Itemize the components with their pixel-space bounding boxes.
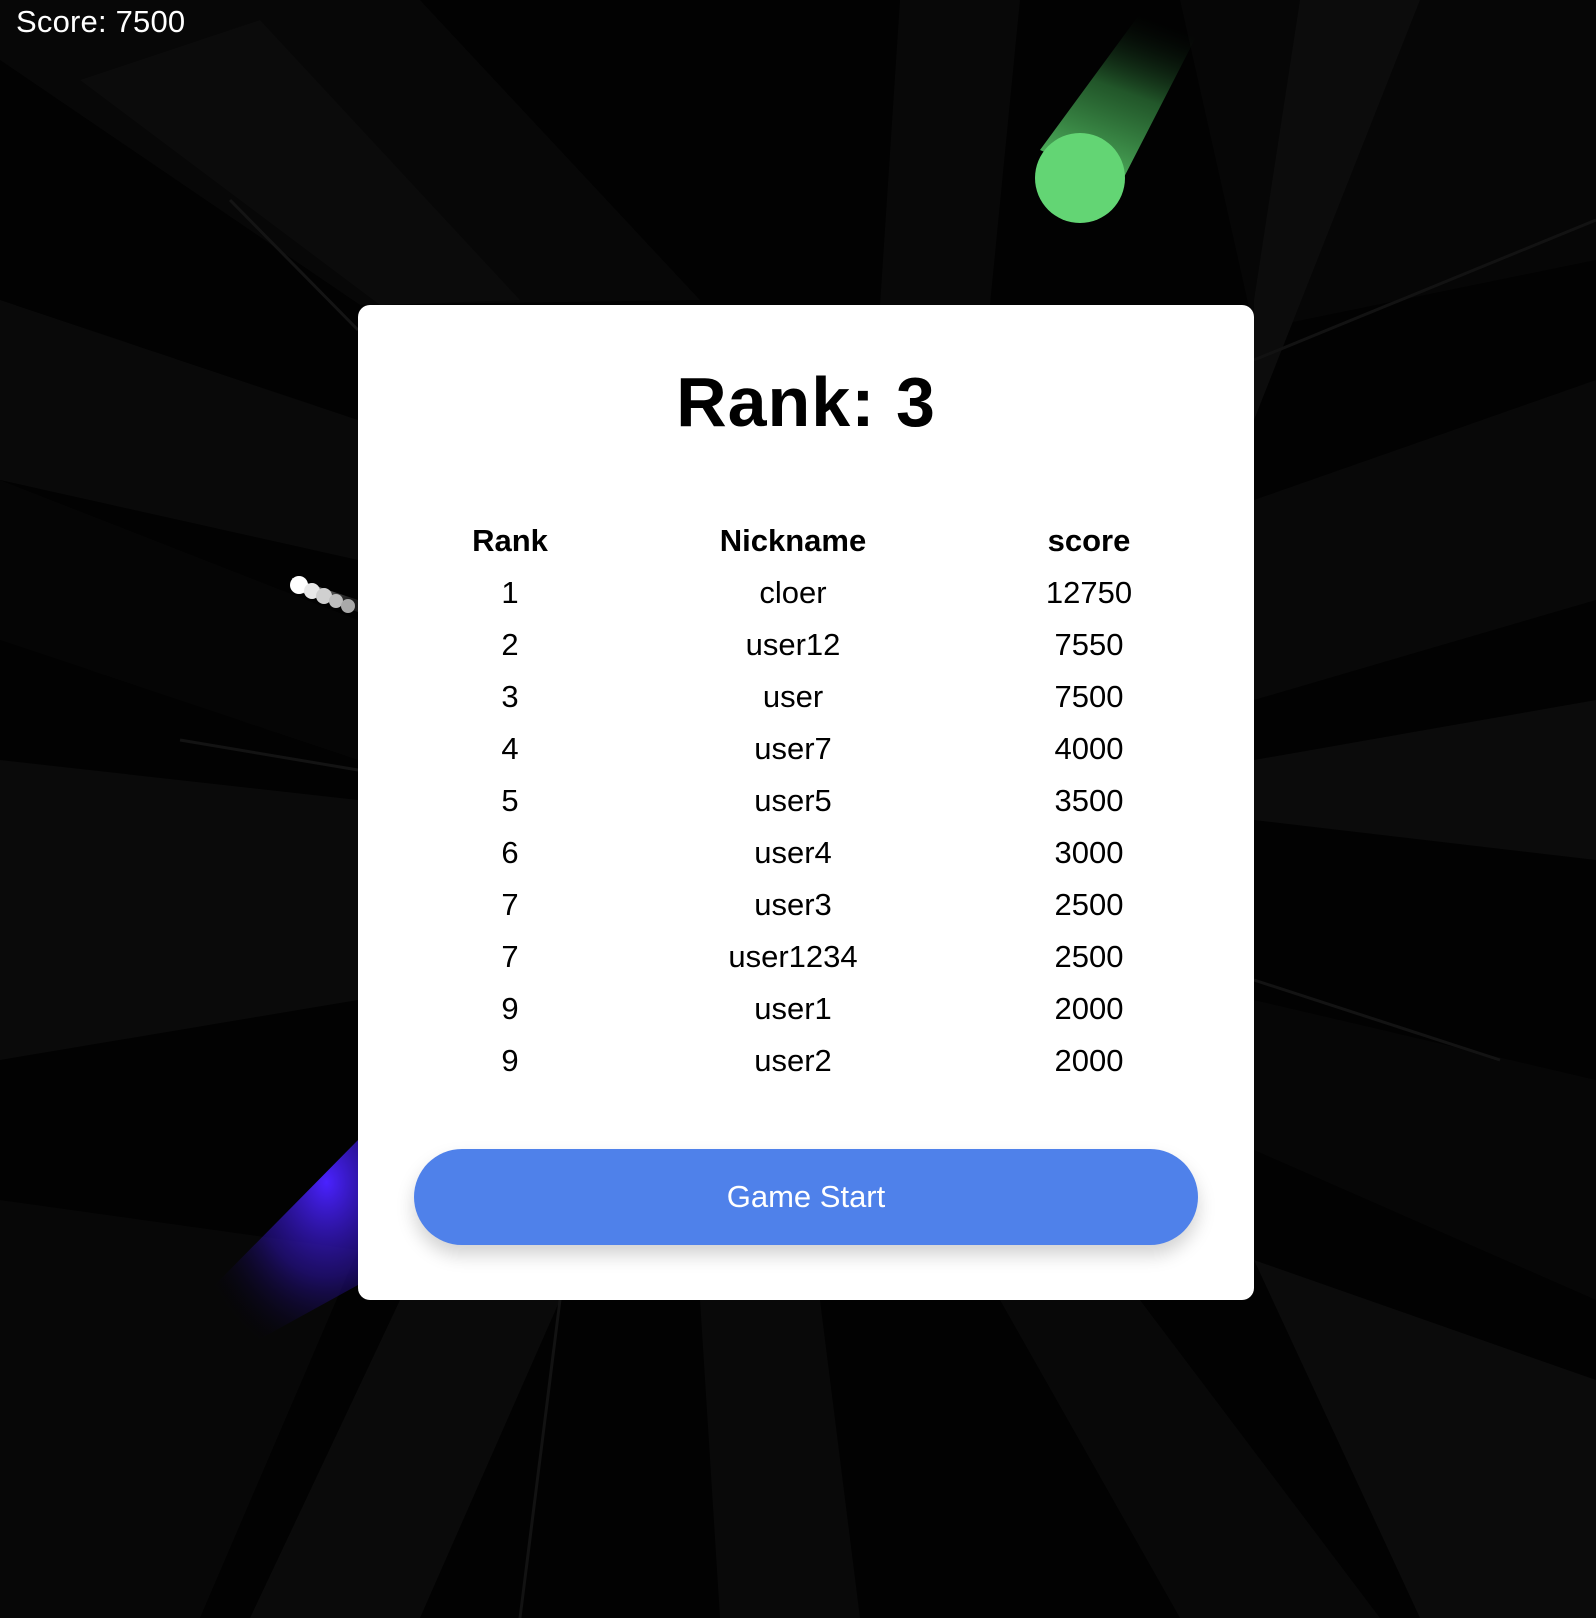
row-score: 12750 (1045, 575, 1133, 610)
header-rank: Rank (472, 523, 548, 558)
row-rank: 7 (501, 939, 519, 974)
header-nickname: Nickname (719, 523, 867, 558)
row-rank: 2 (501, 627, 519, 662)
row-score: 7500 (1054, 679, 1124, 714)
row-nickname: user5 (754, 783, 832, 818)
row-nickname: user2 (754, 1043, 832, 1078)
game-start-button[interactable]: Game Start (414, 1149, 1198, 1245)
row-score: 7550 (1054, 627, 1124, 662)
row-nickname: user3 (754, 887, 832, 922)
row-rank: 4 (501, 731, 519, 766)
row-rank: 6 (501, 835, 519, 870)
table-row: 7 user1234 2500 (358, 931, 1254, 983)
tunnel-panel (1254, 1000, 1596, 1300)
table-row: 1 cloer 12750 (358, 567, 1254, 619)
row-score: 4000 (1054, 731, 1124, 766)
row-nickname: user1234 (728, 939, 858, 974)
green-orb-obstacle (1035, 0, 1215, 223)
tunnel-panel (880, 0, 1020, 305)
tunnel-panel (0, 760, 358, 1060)
table-row: 2 user12 7550 (358, 619, 1254, 671)
rank-title: Rank: 3 (676, 363, 936, 441)
score-display: Score: 7500 (16, 4, 186, 39)
leaderboard-table: Rank Nickname score 1 cloer 12750 2 user… (358, 515, 1254, 1087)
table-row: 3 user 7500 (358, 671, 1254, 723)
row-score: 3500 (1054, 783, 1124, 818)
row-rank: 3 (501, 679, 519, 714)
row-score: 2000 (1054, 991, 1124, 1026)
row-score: 2000 (1054, 1043, 1124, 1078)
row-score: 3000 (1054, 835, 1124, 870)
table-row: 9 user1 2000 (358, 983, 1254, 1035)
row-rank: 9 (501, 991, 519, 1026)
row-score: 2500 (1054, 939, 1124, 974)
row-score: 2500 (1054, 887, 1124, 922)
row-rank: 7 (501, 887, 519, 922)
row-nickname: user (762, 679, 824, 714)
row-nickname: user4 (754, 835, 832, 870)
row-rank: 1 (501, 575, 519, 610)
table-row: 7 user3 2500 (358, 879, 1254, 931)
row-nickname: cloer (759, 575, 827, 610)
header-score: score (1047, 523, 1131, 558)
row-nickname: user7 (754, 731, 832, 766)
table-row: 4 user7 4000 (358, 723, 1254, 775)
ranking-modal: Rank: 3 Rank Nickname score 1 cloer 1275… (358, 305, 1254, 1300)
tunnel-panel (1254, 380, 1596, 700)
tunnel-panel (1254, 700, 1596, 860)
game-viewport[interactable]: Score: 7500 Rank: 3 Rank Nickname score … (0, 0, 1596, 1618)
row-nickname: user12 (745, 627, 841, 662)
table-row: 5 user5 3500 (358, 775, 1254, 827)
table-row: 9 user2 2000 (358, 1035, 1254, 1087)
row-rank: 5 (501, 783, 519, 818)
row-nickname: user1 (754, 991, 832, 1026)
tunnel-panel (700, 1300, 860, 1618)
table-row: 6 user4 3000 (358, 827, 1254, 879)
row-rank: 9 (501, 1043, 519, 1078)
table-header-row: Rank Nickname score (358, 515, 1254, 567)
